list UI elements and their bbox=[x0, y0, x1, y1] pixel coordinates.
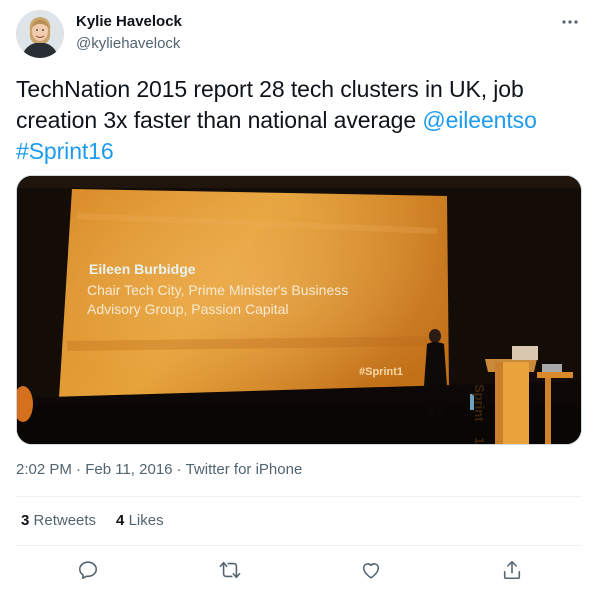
avatar[interactable] bbox=[16, 10, 64, 58]
tweet-date[interactable]: Feb 11, 2016 bbox=[85, 461, 172, 478]
avatar-photo bbox=[16, 10, 64, 58]
share-icon bbox=[503, 560, 521, 580]
meta-separator: · bbox=[172, 461, 186, 478]
retweets-label: Retweets bbox=[33, 512, 97, 529]
more-options-button[interactable] bbox=[558, 10, 582, 34]
tweet-source[interactable]: Twitter for iPhone bbox=[186, 461, 303, 478]
hashtag-link[interactable]: #Sprint16 bbox=[16, 138, 114, 164]
slide-speaker-name: Eileen Burbidge bbox=[89, 261, 196, 277]
retweet-button[interactable] bbox=[217, 557, 243, 583]
like-button[interactable] bbox=[358, 557, 384, 583]
tweet-metadata: 2:02 PM · Feb 11, 2016 · Twitter for iPh… bbox=[16, 461, 302, 478]
tweet-card: Kylie Havelock @kyliehavelock TechNation… bbox=[0, 0, 598, 594]
lectern-number: 16 bbox=[472, 437, 487, 445]
author-name[interactable]: Kylie Havelock bbox=[76, 13, 182, 30]
retweet-icon bbox=[219, 561, 241, 579]
lectern-label: Sprint 16 bbox=[472, 384, 487, 445]
likes-label: Likes bbox=[128, 512, 164, 529]
likes-count: 4 bbox=[116, 512, 125, 529]
likes-stat[interactable]: 4 Likes bbox=[116, 512, 164, 529]
reply-icon bbox=[78, 561, 98, 580]
tweet-media-photo[interactable]: Eileen Burbidge Chair Tech City, Prime M… bbox=[16, 175, 582, 445]
slide-line-2: Advisory Group, Passion Capital bbox=[87, 301, 289, 317]
author-handle[interactable]: @kyliehavelock bbox=[76, 35, 180, 52]
mention-link[interactable]: @eileentso bbox=[422, 107, 537, 133]
lectern-text: Sprint bbox=[472, 384, 487, 422]
like-icon bbox=[362, 563, 380, 579]
tweet-time[interactable]: 2:02 PM bbox=[16, 461, 72, 478]
share-button[interactable] bbox=[499, 557, 525, 583]
meta-separator: · bbox=[71, 461, 86, 478]
tweet-text: TechNation 2015 report 28 tech clusters … bbox=[16, 74, 582, 167]
slide-hashtag: #Sprint1 bbox=[359, 366, 404, 378]
tweet-actions-bar bbox=[0, 555, 598, 585]
divider bbox=[16, 496, 582, 497]
retweets-count: 3 bbox=[21, 512, 30, 529]
engagement-stats: 3 Retweets 4 Likes bbox=[21, 512, 164, 529]
more-horizontal-icon bbox=[562, 20, 578, 24]
divider bbox=[16, 545, 582, 546]
reply-button[interactable] bbox=[75, 557, 101, 583]
slide-line-1: Chair Tech City, Prime Minister's Busine… bbox=[87, 282, 349, 298]
retweets-stat[interactable]: 3 Retweets bbox=[21, 512, 96, 529]
slide-speaker-title: Chair Tech City, Prime Minister's Busine… bbox=[87, 281, 348, 319]
